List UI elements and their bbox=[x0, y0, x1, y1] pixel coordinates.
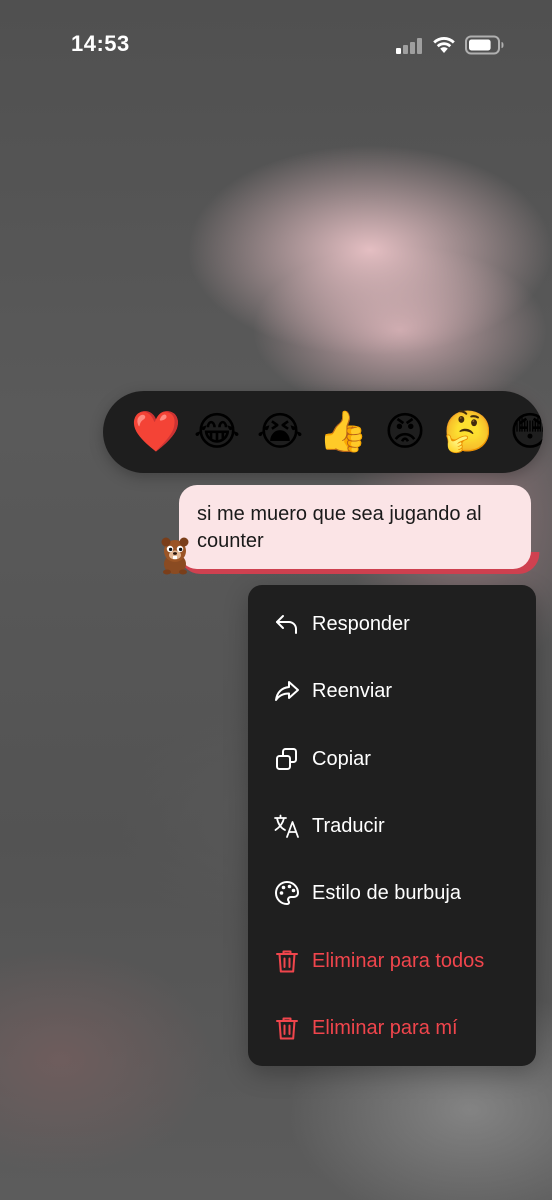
angry-face-icon[interactable]: 😡 bbox=[380, 407, 430, 457]
status-bar: 14:53 bbox=[0, 0, 552, 90]
reply-icon bbox=[273, 610, 301, 638]
menu-item-label: Eliminar para mí bbox=[312, 1016, 458, 1039]
red-heart-icon[interactable]: ❤️ bbox=[131, 407, 181, 457]
menu-item-responder[interactable]: Responder bbox=[248, 594, 536, 654]
bear-sticker-icon bbox=[161, 537, 189, 575]
menu-item-estilo-de-burbuja[interactable]: Estilo de burbuja bbox=[248, 863, 536, 923]
menu-item-label: Eliminar para todos bbox=[312, 949, 485, 972]
menu-item-label: Copiar bbox=[312, 747, 371, 770]
thinking-face-icon[interactable]: 🤔 bbox=[443, 407, 493, 457]
palette-icon bbox=[273, 879, 301, 907]
forward-icon bbox=[273, 677, 301, 705]
copy-icon bbox=[273, 745, 301, 773]
translate-icon bbox=[273, 812, 301, 840]
menu-item-traducir[interactable]: Traducir bbox=[248, 796, 536, 856]
trash-icon bbox=[273, 947, 301, 975]
menu-item-label: Traducir bbox=[312, 814, 385, 837]
battery-icon bbox=[465, 35, 504, 55]
message-bubble[interactable]: si me muero que sea jugando al counter bbox=[179, 485, 531, 569]
loudly-crying-face-icon[interactable]: 😭 bbox=[255, 407, 305, 457]
menu-item-label: Estilo de burbuja bbox=[312, 881, 461, 904]
message-context-menu: Responder Reenviar Copiar Traducir Estil… bbox=[248, 585, 536, 1066]
face-with-tears-of-joy-icon[interactable]: 😂 bbox=[192, 407, 242, 457]
trash-icon bbox=[273, 1014, 301, 1042]
menu-item-copiar[interactable]: Copiar bbox=[248, 729, 536, 789]
menu-item-label: Reenviar bbox=[312, 679, 393, 702]
menu-item-eliminar-para-todos[interactable]: Eliminar para todos bbox=[248, 931, 536, 991]
flushed-face-icon[interactable]: 😳 bbox=[505, 407, 543, 457]
cellular-signal-icon bbox=[396, 38, 424, 54]
menu-item-reenviar[interactable]: Reenviar bbox=[248, 661, 536, 721]
menu-item-eliminar-para-mi[interactable]: Eliminar para mí bbox=[248, 998, 536, 1058]
menu-item-label: Responder bbox=[312, 612, 410, 635]
reaction-picker: ❤️ 😂 😭 👍 😡 🤔 😳 bbox=[103, 391, 543, 473]
status-time: 14:53 bbox=[71, 31, 130, 56]
message-text: si me muero que sea jugando al counter bbox=[197, 503, 482, 552]
wifi-icon bbox=[433, 37, 455, 53]
thumbs-up-icon[interactable]: 👍 bbox=[318, 407, 368, 457]
